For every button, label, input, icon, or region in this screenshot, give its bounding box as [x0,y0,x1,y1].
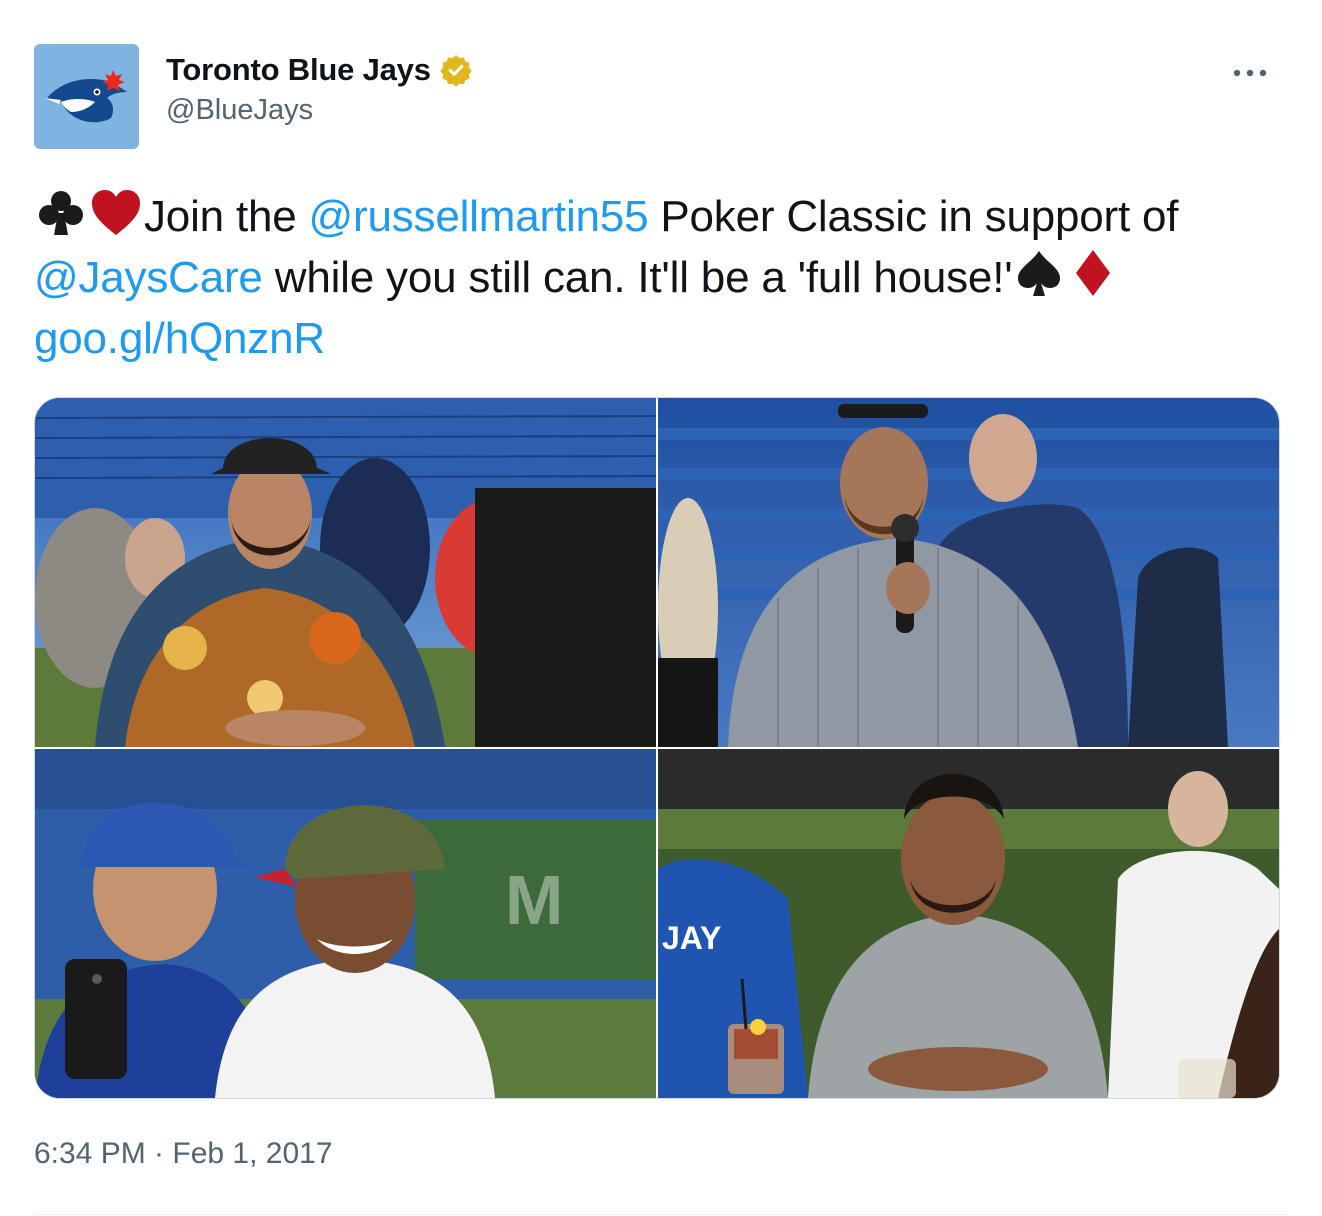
photo-4[interactable]: JAY [658,749,1279,1098]
svg-text:M: M [505,861,563,939]
photo-1[interactable] [35,398,656,747]
tweet-text-middle-2: while you still can. It'll be a 'full ho… [262,253,1013,302]
tweet-text: Join the @russellmartin55 Poker Classic … [34,186,1284,369]
verified-badge-icon [440,55,472,87]
divider [34,1214,1288,1215]
more-options-icon [1233,69,1267,77]
tweet-link[interactable]: goo.gl/hQnznR [34,314,325,363]
mention-jayscare[interactable]: @JaysCare [34,253,263,302]
blue-jays-logo-icon [44,69,127,122]
photo-3[interactable]: M [35,749,656,1098]
tweet-text-join: Join the [144,192,309,241]
photo-2[interactable] [658,398,1279,747]
photo-player-poker-table [35,398,656,747]
heart-suit-icon [92,190,140,235]
tweet-text-middle-1: Poker Classic in support of [648,192,1179,241]
more-options-button[interactable] [1230,58,1270,88]
avatar[interactable] [34,44,139,149]
author-display-name[interactable]: Toronto Blue Jays [166,52,431,88]
photo-selfie-fans: M [35,749,656,1098]
club-suit-icon [39,191,83,235]
tweet-timestamp[interactable]: 6:34 PM · Feb 1, 2017 [34,1137,333,1171]
tweet-card: Toronto Blue Jays @BlueJays Join the @ru… [0,0,1322,1216]
tweet-author: Toronto Blue Jays @BlueJays [166,52,473,127]
mention-russellmartin55[interactable]: @russellmartin55 [309,192,649,241]
media-grid: M JAY [34,397,1280,1099]
svg-text:JAY: JAY [662,920,721,956]
photo-player-microphone [658,398,1279,747]
spade-suit-icon [1018,251,1061,296]
author-handle[interactable]: @BlueJays [166,94,473,127]
diamond-suit-icon [1076,250,1111,296]
photo-player-playing-cards: JAY [658,749,1279,1098]
